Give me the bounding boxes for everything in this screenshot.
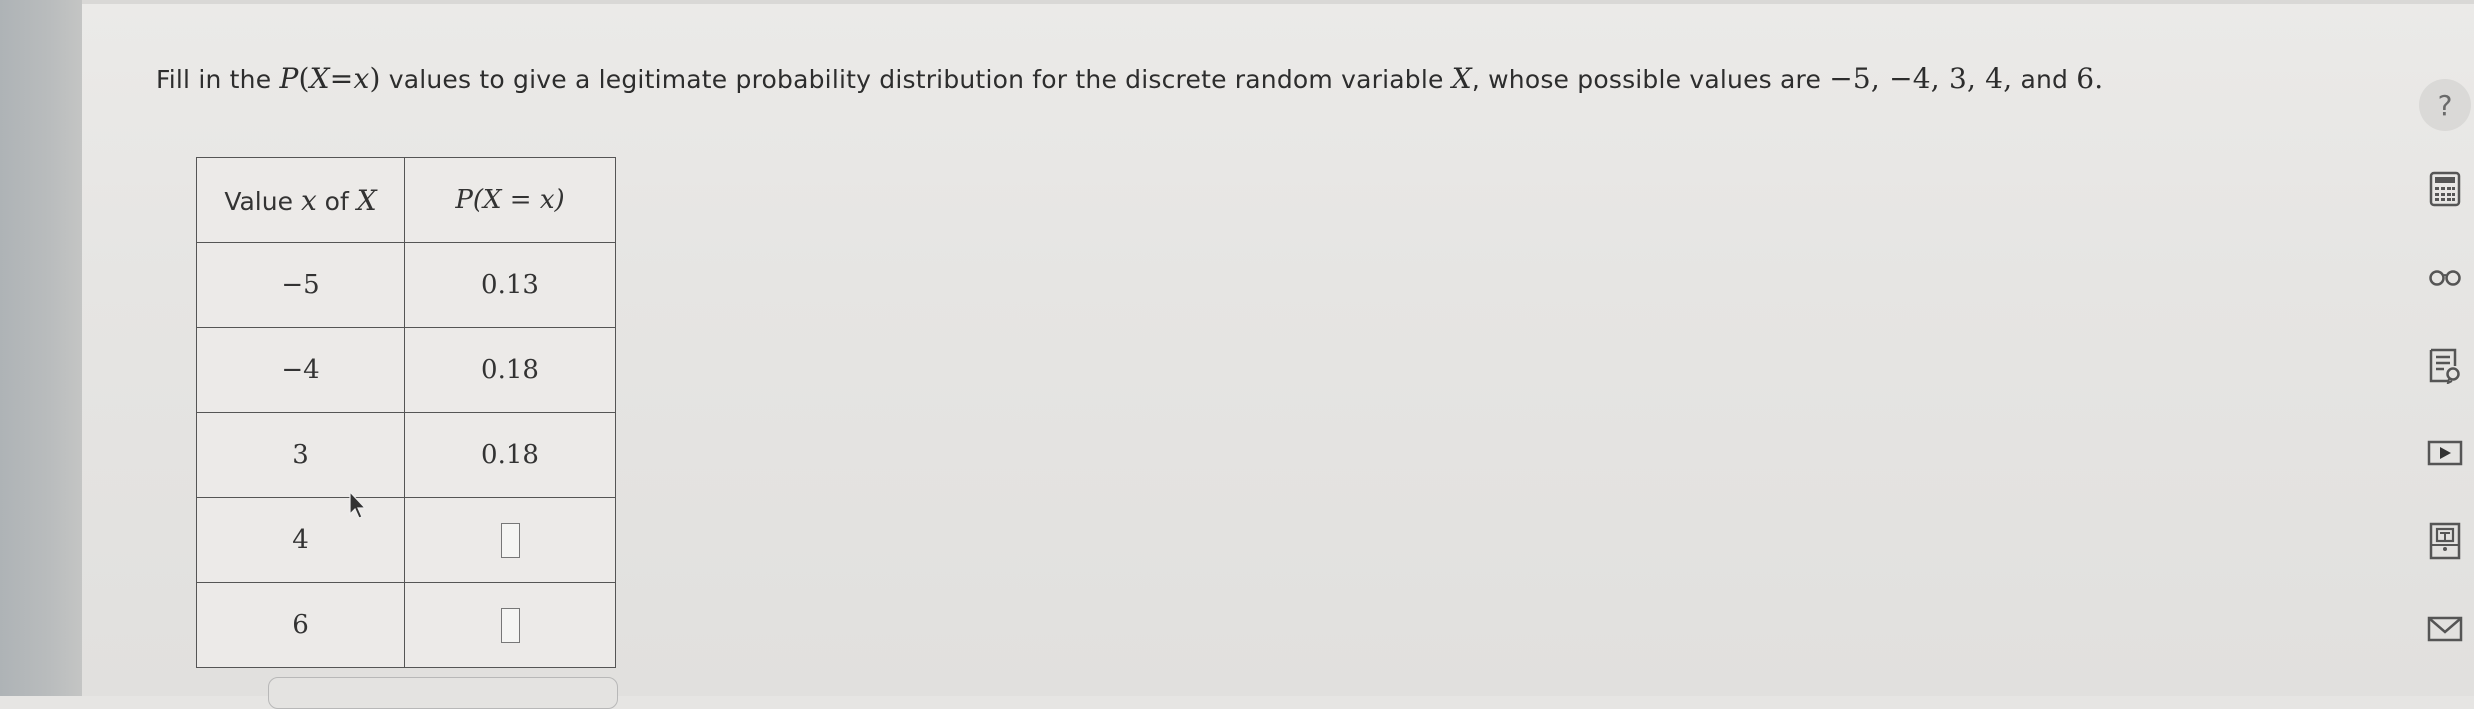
question-text: Fill in the P(X=x) values to give a legi… — [156, 62, 2103, 95]
probability-cell: 0.18 — [404, 327, 616, 413]
distribution-table: Value x of X P(X = x) −5 0.13 −4 0.18 3 … — [196, 157, 616, 668]
question-mark-icon: ? — [2437, 88, 2453, 122]
table-row: −4 0.18 — [196, 327, 616, 413]
notes-icon — [2429, 348, 2460, 384]
probability-cell: 0.13 — [404, 242, 616, 328]
question-prob-expression: P(X=x) — [279, 62, 381, 95]
header-probability: P(X = x) — [404, 157, 616, 243]
help-button[interactable]: ? — [2419, 79, 2471, 131]
question-variable: X — [1451, 62, 1472, 95]
notes-button[interactable] — [2424, 345, 2466, 387]
left-edge — [0, 0, 82, 696]
probability-cell: 0.18 — [404, 412, 616, 498]
question-part1: Fill in the — [156, 65, 280, 94]
probability-answer-input-x6[interactable] — [500, 607, 520, 643]
video-icon — [2427, 440, 2463, 466]
value-cell: 4 — [196, 497, 405, 583]
question-last-value: 6. — [2076, 62, 2104, 95]
probability-input-cell — [404, 582, 616, 668]
glasses-icon — [2429, 270, 2461, 286]
check-answer-button[interactable] — [268, 677, 618, 709]
question-part3: , whose possible values are — [1471, 65, 1830, 94]
question-values: −5, −4, 3, 4, — [1829, 62, 2013, 95]
textbook-button[interactable] — [2424, 520, 2466, 562]
top-strip — [82, 0, 2474, 4]
value-cell: 3 — [196, 412, 405, 498]
probability-input-cell — [404, 497, 616, 583]
value-cell: −4 — [196, 327, 405, 413]
header-value-x: Value x of X — [196, 157, 405, 243]
question-and: and — [2012, 65, 2077, 94]
mail-button[interactable] — [2424, 608, 2466, 650]
value-cell: −5 — [196, 242, 405, 328]
table-row: 3 0.18 — [196, 412, 616, 498]
mouse-cursor-icon — [349, 490, 367, 519]
probability-answer-input-x4[interactable] — [500, 522, 520, 558]
value-cell: 6 — [196, 582, 405, 668]
textbook-icon — [2429, 522, 2461, 560]
table-header-row: Value x of X P(X = x) — [196, 157, 616, 243]
table-row: 4 — [196, 497, 616, 583]
question-part2: values to give a legitimate probability … — [380, 65, 1452, 94]
calculator-button[interactable] — [2424, 168, 2466, 210]
table-row: −5 0.13 — [196, 242, 616, 328]
video-button[interactable] — [2424, 432, 2466, 474]
mail-icon — [2427, 616, 2463, 642]
glasses-button[interactable] — [2424, 256, 2466, 298]
table-row: 6 — [196, 582, 616, 668]
calculator-icon — [2429, 171, 2461, 207]
